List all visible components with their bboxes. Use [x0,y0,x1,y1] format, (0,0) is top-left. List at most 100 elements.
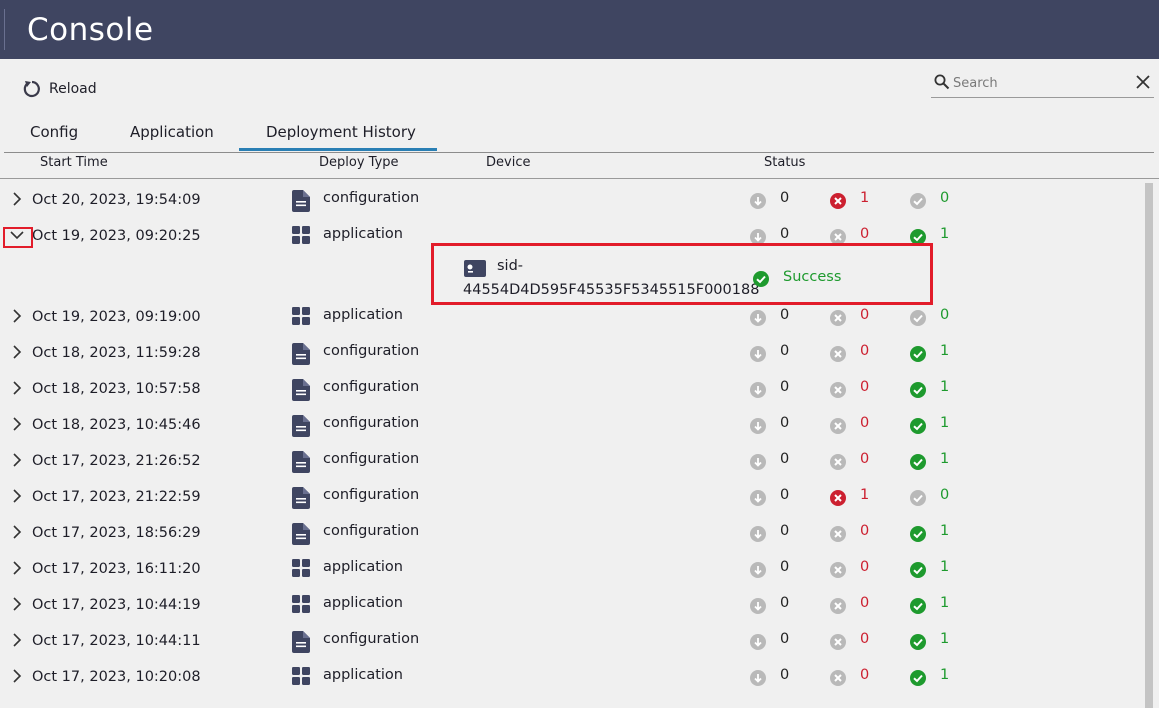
row-start-time: Oct 17, 2023, 21:22:59 [32,489,201,505]
table-row[interactable]: Oct 17, 2023, 18:56:29 configuration 0 0 1 [0,515,1140,551]
pending-icon [750,346,766,366]
device-status-text: Success [783,269,842,285]
success-count: 1 [940,379,950,395]
success-icon [910,346,926,366]
grid-icon [292,667,310,689]
close-icon[interactable] [1135,74,1151,90]
document-icon [292,523,310,549]
table-row[interactable]: Oct 17, 2023, 10:20:08 application 0 0 1 [0,659,1140,695]
device-id-line2: 44554D4D595F45535F5345515F000188 [463,282,760,298]
document-icon [292,487,310,513]
chevron-right-icon[interactable] [10,488,24,507]
chevron-right-icon[interactable] [10,668,24,687]
table-row[interactable]: Oct 17, 2023, 16:11:20 application 0 0 1 [0,551,1140,587]
pending-count: 0 [780,487,790,503]
row-deploy-type: configuration [323,631,420,647]
search-input[interactable] [953,74,1123,92]
failed-count: 0 [860,226,870,242]
chevron-right-icon[interactable] [10,560,24,579]
failed-icon [830,193,846,213]
failed-icon [830,598,846,618]
row-deploy-type: configuration [323,379,420,395]
row-start-time: Oct 20, 2023, 19:54:09 [32,192,201,208]
tab-config[interactable]: Config [30,123,78,141]
success-count: 1 [940,451,950,467]
column-device[interactable]: Device [486,155,530,170]
chevron-right-icon[interactable] [10,632,24,651]
tab-deployment-history[interactable]: Deployment History [266,123,416,141]
row-deploy-type: configuration [323,523,420,539]
pending-icon [750,193,766,213]
column-status[interactable]: Status [764,155,805,170]
table-row[interactable]: Oct 17, 2023, 21:22:59 configuration 0 1 0 [0,479,1140,515]
chevron-right-icon[interactable] [10,596,24,615]
row-deploy-type: configuration [323,415,420,431]
failed-count: 0 [860,379,870,395]
reload-icon [23,80,40,98]
grid-icon [292,226,310,248]
failed-count: 0 [860,343,870,359]
table-row[interactable]: Oct 17, 2023, 10:44:11 configuration 0 0 1 [0,623,1140,659]
pending-count: 0 [780,451,790,467]
row-deploy-type: configuration [323,343,420,359]
pending-icon [750,382,766,402]
failed-icon [830,634,846,654]
document-icon [292,343,310,369]
table-row[interactable]: Oct 17, 2023, 21:26:52 configuration 0 0 1 [0,443,1140,479]
failed-icon [830,382,846,402]
failed-count: 0 [860,307,870,323]
table-row[interactable]: Oct 18, 2023, 10:45:46 configuration 0 0 1 [0,407,1140,443]
success-count: 1 [940,226,950,242]
pending-count: 0 [780,190,790,206]
success-icon [910,418,926,438]
row-start-time: Oct 17, 2023, 21:26:52 [32,453,201,469]
chevron-right-icon[interactable] [10,191,24,210]
chevron-right-icon[interactable] [10,416,24,435]
pending-count: 0 [780,343,790,359]
failed-count: 0 [860,631,870,647]
success-count: 1 [940,631,950,647]
row-start-time: Oct 19, 2023, 09:20:25 [32,228,201,244]
pending-icon [750,418,766,438]
row-deploy-type: configuration [323,451,420,467]
table-row[interactable]: Oct 17, 2023, 10:44:19 application 0 0 1 [0,587,1140,623]
chevron-right-icon[interactable] [10,308,24,327]
row-start-time: Oct 18, 2023, 10:45:46 [32,417,201,433]
chevron-right-icon[interactable] [10,380,24,399]
table-header: Start Time Deploy Type Device Status [0,152,1159,179]
success-icon [910,598,926,618]
failed-count: 0 [860,451,870,467]
document-icon [292,190,310,216]
table-row[interactable]: Oct 18, 2023, 11:59:28 configuration 0 0 1 [0,335,1140,371]
failed-icon [830,490,846,510]
chevron-right-icon[interactable] [10,524,24,543]
success-count: 1 [940,667,950,683]
scrollbar[interactable] [1145,183,1153,708]
failed-icon [830,346,846,366]
pending-count: 0 [780,523,790,539]
pending-count: 0 [780,307,790,323]
failed-icon [830,526,846,546]
document-icon [292,415,310,441]
column-start-time[interactable]: Start Time [40,155,108,170]
chevron-right-icon[interactable] [10,344,24,363]
success-count: 0 [940,307,950,323]
success-count: 1 [940,343,950,359]
document-icon [292,379,310,405]
pending-count: 0 [780,415,790,431]
tab-application[interactable]: Application [130,123,214,141]
search-box [931,70,1154,98]
table-row[interactable]: Oct 18, 2023, 10:57:58 configuration 0 0 1 [0,371,1140,407]
table-row[interactable]: Oct 20, 2023, 19:54:09 configuration 0 1 0 [0,182,1140,218]
device-id-line1: sid- [497,258,524,274]
chevron-right-icon[interactable] [10,452,24,471]
document-icon [292,631,310,657]
row-start-time: Oct 19, 2023, 09:19:00 [32,309,201,325]
reload-button[interactable]: Reload [22,78,97,100]
row-deploy-type: configuration [323,190,420,206]
failed-count: 0 [860,595,870,611]
row-start-time: Oct 18, 2023, 11:59:28 [32,345,201,361]
success-count: 0 [940,487,950,503]
column-deploy-type[interactable]: Deploy Type [319,155,399,170]
success-icon [753,271,769,287]
